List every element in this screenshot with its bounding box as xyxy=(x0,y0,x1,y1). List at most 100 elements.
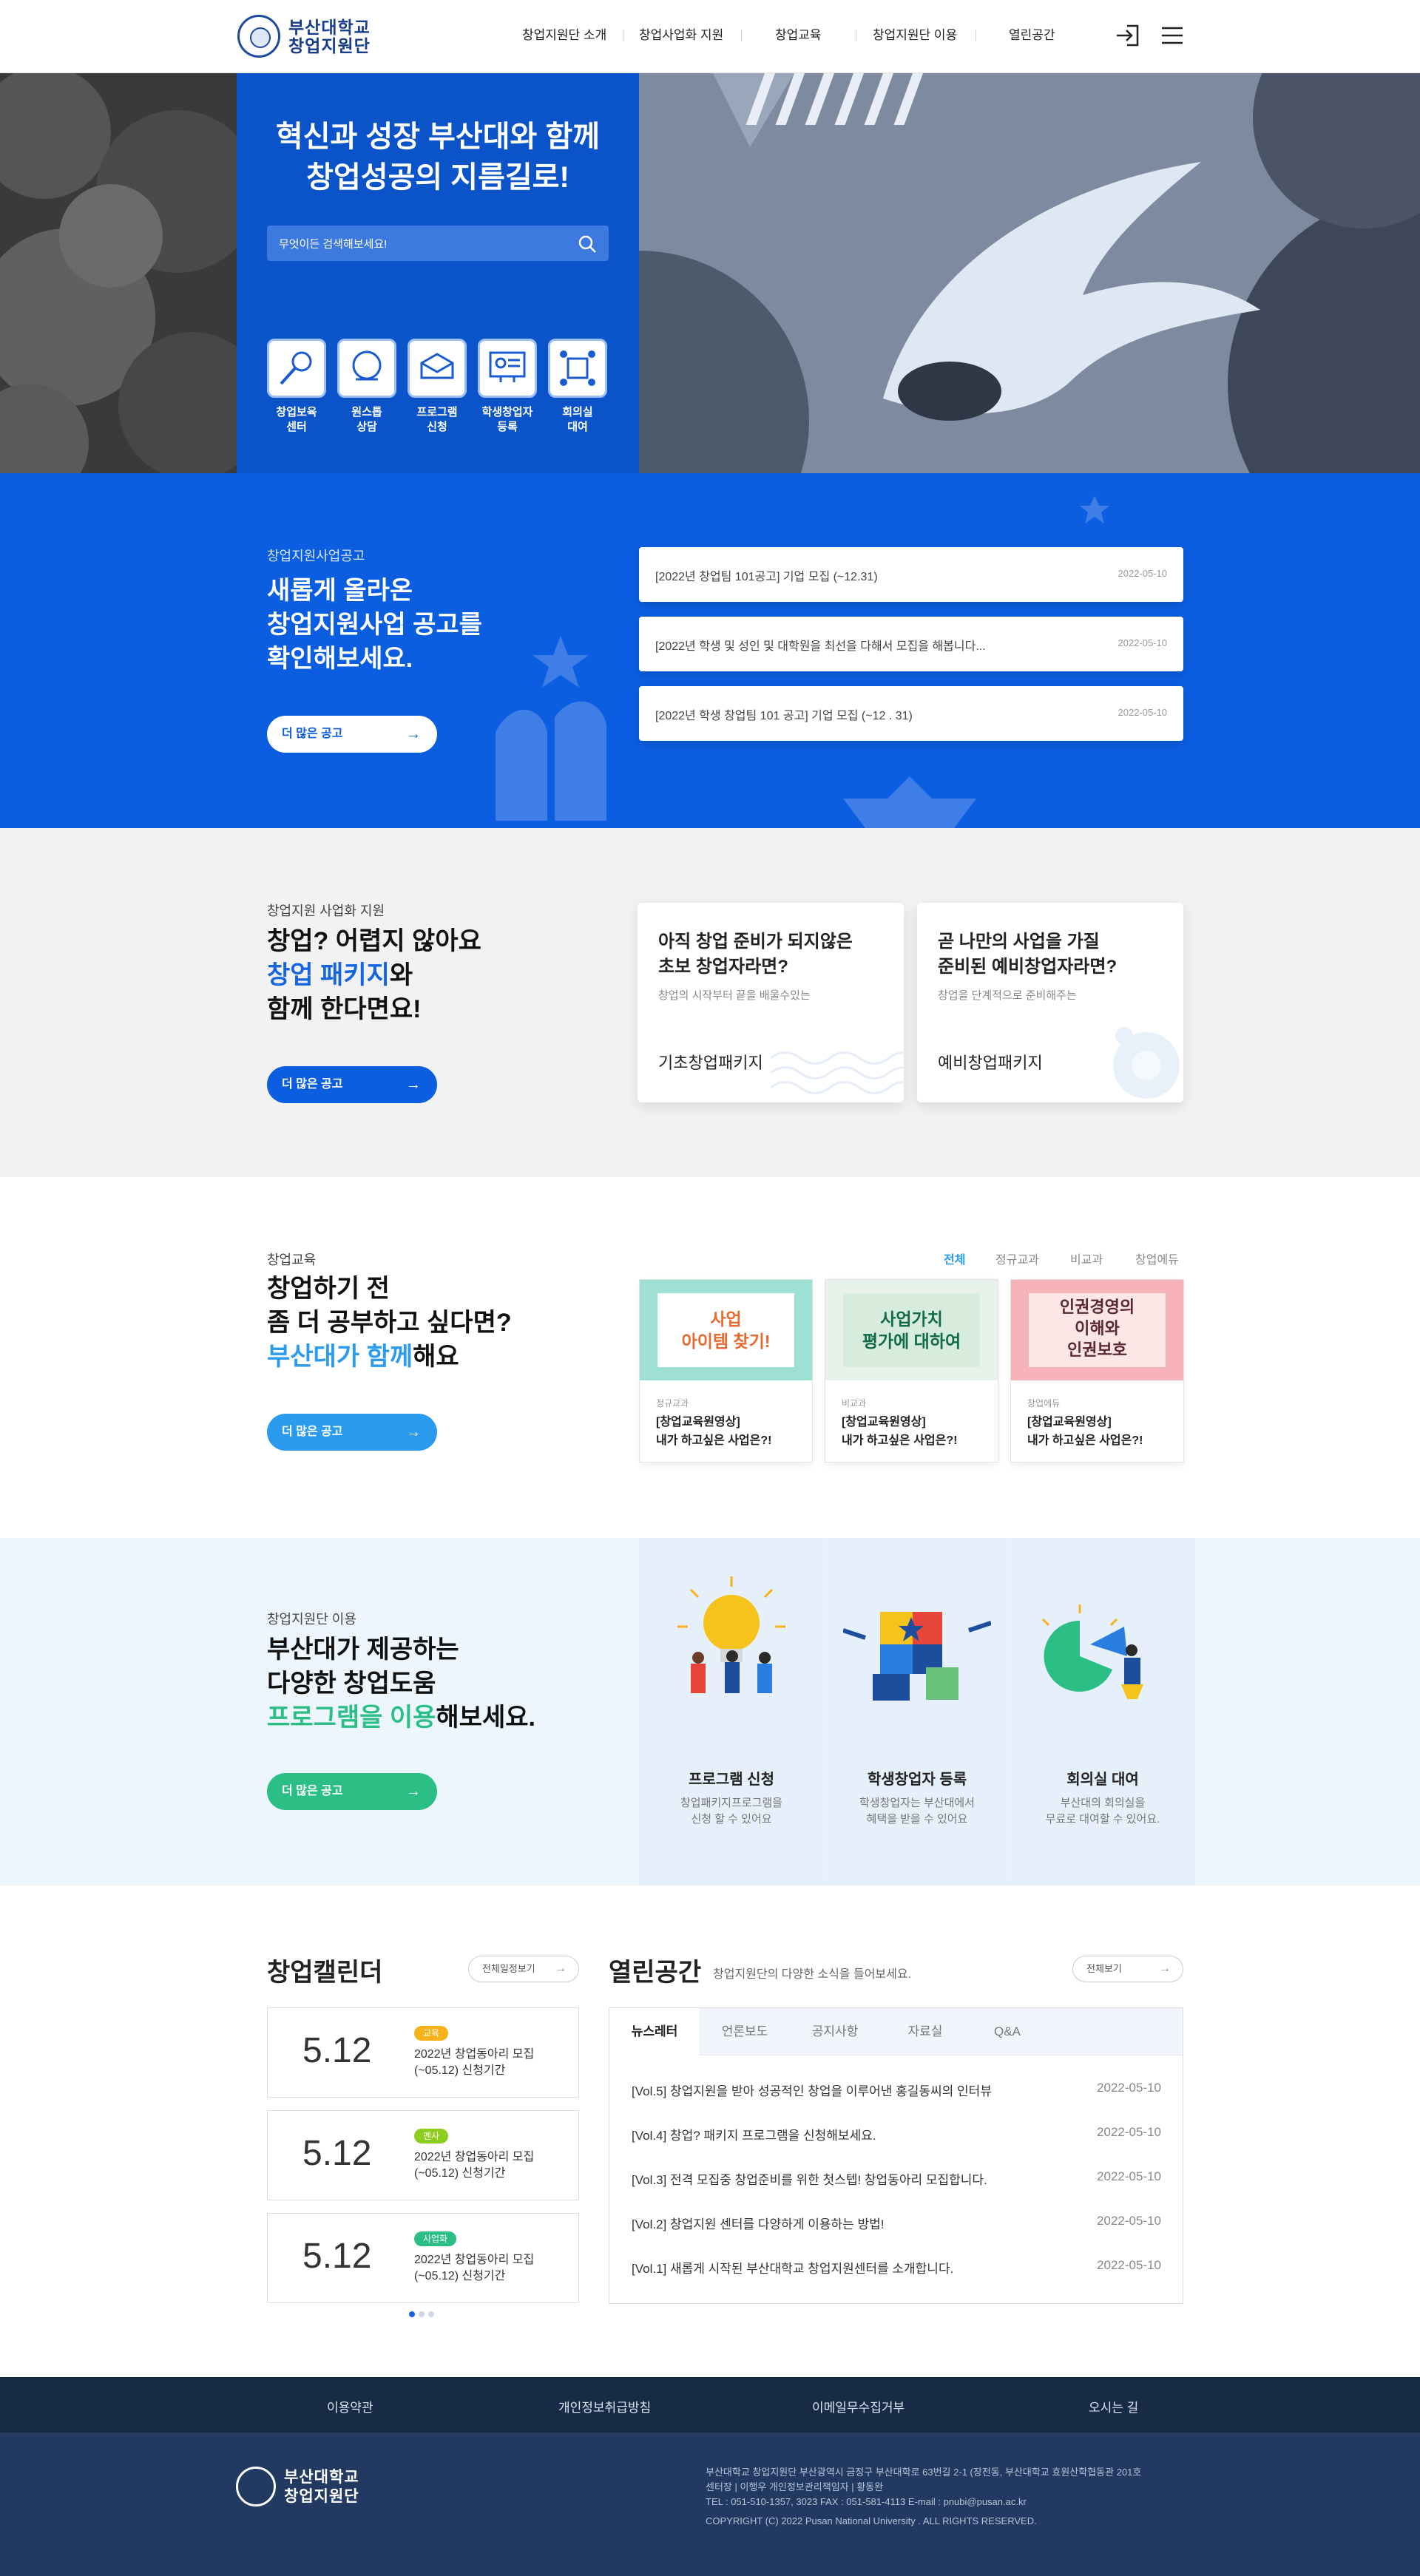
pagination-dot[interactable] xyxy=(428,2311,434,2317)
tab-archive[interactable]: 자료실 xyxy=(880,2008,970,2055)
footer-info: 부산대학교 창업지원단 부산광역시 금정구 부산대학로 63번길 2-1 (장전… xyxy=(706,2465,1141,2509)
education-card-thumbnail: 사업가치 평가에 대하여 xyxy=(825,1280,998,1380)
calendar-badge: 교육 xyxy=(414,2026,449,2041)
calendar-badge: 멘사 xyxy=(414,2129,449,2143)
notice-title-line: 확인해보세요. xyxy=(267,645,413,673)
usage-card[interactable] xyxy=(1010,1538,1195,1885)
education-card[interactable]: 사업가치 평가에 대하여 비교과 [창업교육원영상] 내가 하고싶은 사업은?! xyxy=(825,1279,998,1462)
quick-consult-button[interactable] xyxy=(337,339,396,398)
tab-regular[interactable]: 정규교과 xyxy=(995,1250,1039,1267)
nav-usage[interactable]: 창업지원단 이용 xyxy=(873,26,957,45)
calendar-item[interactable]: 5.12 사업화 2022년 창업동아리 모집 (~05.12) 신청기간 xyxy=(267,2213,579,2303)
board-row[interactable]: [Vol.3] 전격 모집중 창업준비를 위한 첫스텝! 창업동아리 모집합니다… xyxy=(632,2169,1161,2192)
quick-label-line: 상담 xyxy=(356,421,377,433)
education-card-title: [창업교육원영상] 내가 하고싶은 사업은?! xyxy=(842,1413,957,1450)
calendar-date: 5.12 xyxy=(302,2031,372,2070)
quick-meeting-room-label: 회의실 대여 xyxy=(537,405,618,435)
calendar-text-line: (~05.12) 신청기간 xyxy=(414,2064,506,2077)
package-card-name: 기초창업패키지 xyxy=(658,1054,763,1072)
notice-item[interactable]: [2022년 학생 창업팀 101 공고] 기업 모집 (~12 . 31) 20… xyxy=(639,686,1183,741)
arrow-right-icon: → xyxy=(406,1783,421,1800)
education-card-title-line: 내가 하고싶은 사업은?! xyxy=(842,1434,958,1447)
tab-press[interactable]: 언론보도 xyxy=(700,2008,790,2055)
package-more-button[interactable]: 더 많은 공고 → xyxy=(267,1066,437,1103)
tab-notices[interactable]: 공지사항 xyxy=(790,2008,880,2055)
education-card-title-line: [창업교육원영상] xyxy=(656,1416,740,1428)
puzzle-illustration xyxy=(843,1612,991,1701)
usage-desc-line: 창업패키지프로그램을 xyxy=(680,1797,782,1809)
education-card[interactable]: 사업 아이템 찾기! 정규교과 [창업교육원영상] 내가 하고싶은 사업은?! xyxy=(639,1279,813,1462)
calendar-date: 5.12 xyxy=(302,2237,372,2276)
quick-incubator-button[interactable] xyxy=(267,339,326,398)
quick-label-line: 등록 xyxy=(497,421,518,433)
board-row[interactable]: [Vol.2] 창업지원 센터를 다양하게 이용하는 방법! 2022-05-10 xyxy=(632,2214,1161,2236)
quick-student-register-button[interactable] xyxy=(478,339,537,398)
nav-open-space[interactable]: 열린공간 xyxy=(1009,26,1055,45)
search-bar[interactable]: 무엇이든 검색해보세요! xyxy=(267,226,609,261)
quick-label-line: 학생창업자 xyxy=(481,406,533,418)
tab-startup-edu[interactable]: 창업에듀 xyxy=(1135,1250,1179,1267)
board-row[interactable]: [Vol.5] 창업지원을 받아 성공적인 창업을 이루어낸 홍길동씨의 인터뷰… xyxy=(632,2081,1161,2103)
usage-more-button[interactable]: 더 많은 공고 → xyxy=(267,1773,437,1810)
eagle-statue-illustration xyxy=(639,73,1420,473)
education-card[interactable]: 인권경영의 이해와 인권보호 창업에듀 [창업교육원영상] 내가 하고싶은 사업은?! xyxy=(1010,1279,1184,1462)
education-title-line: 부산대가 함께해요 xyxy=(267,1340,512,1374)
nav-about[interactable]: 창업지원단 소개 xyxy=(522,26,606,45)
menu-icon[interactable] xyxy=(1161,27,1183,44)
footer-terms-link[interactable]: 이용약관 xyxy=(327,2397,373,2416)
pagination-dot[interactable] xyxy=(419,2311,425,2317)
calendar-date: 5.12 xyxy=(302,2134,372,2173)
quick-label-line: 프로그램 xyxy=(416,406,458,418)
package-small-title: 창업지원 사업화 지원 xyxy=(267,904,385,918)
logo-line1[interactable]: 부산대학교 xyxy=(288,18,371,37)
education-more-button[interactable]: 더 많은 공고 → xyxy=(267,1414,437,1451)
calendar-item[interactable]: 5.12 교육 2022년 창업동아리 모집 (~05.12) 신청기간 xyxy=(267,2007,579,2098)
calendar-text-line: (~05.12) 신청기간 xyxy=(414,2270,506,2282)
arrow-right-icon: → xyxy=(555,1962,567,1975)
tab-qna[interactable]: Q&A xyxy=(970,2008,1044,2055)
nav-education[interactable]: 창업교육 xyxy=(775,26,822,45)
hero-forest-image xyxy=(0,73,237,473)
nav-commercialization[interactable]: 창업사업화 지원 xyxy=(639,26,723,45)
board-row-date: 2022-05-10 xyxy=(1097,2169,1161,2183)
footer-email-policy-link[interactable]: 이메일무수집거부 xyxy=(812,2397,905,2416)
university-seal-logo[interactable] xyxy=(237,15,280,58)
incubator-icon xyxy=(280,351,312,385)
board-row-title: [Vol.2] 창업지원 센터를 다양하게 이용하는 방법! xyxy=(632,2217,885,2231)
search-input[interactable]: 무엇이든 검색해보세요! xyxy=(279,236,387,251)
search-icon[interactable] xyxy=(578,234,597,254)
footer-info-line: 센터장 | 이행우 개인정보관리책임자 | 황동완 xyxy=(706,2481,884,2492)
package-card[interactable]: 아직 창업 준비가 되지않은 초보 창업자라면? 창업의 시작부터 끝을 배울수있… xyxy=(638,903,904,1102)
board-view-all-button[interactable]: 전체보기 → xyxy=(1072,1956,1183,1982)
package-card-desc: 창업을 단계적으로 준비해주는 xyxy=(938,989,1077,1002)
notice-more-button[interactable]: 더 많은 공고 → xyxy=(267,716,437,753)
quick-meeting-room-button[interactable] xyxy=(548,339,607,398)
pagination-dot-active[interactable] xyxy=(409,2311,415,2317)
wave-decoration xyxy=(771,1051,904,1094)
logo-line2[interactable]: 창업지원단 xyxy=(288,36,371,55)
footer-directions-link[interactable]: 오시는 길 xyxy=(1089,2397,1138,2416)
notice-item[interactable]: [2022년 창업팀 101공고] 기업 모집 (~12.31) 2022-05-… xyxy=(639,547,1183,602)
package-card[interactable]: 곧 나만의 사업을 가질 준비된 예비창업자라면? 창업을 단계적으로 준비해주는… xyxy=(917,903,1183,1102)
board-row[interactable]: [Vol.4] 창업? 패키지 프로그램을 신청해보세요. 2022-05-10 xyxy=(632,2125,1161,2147)
board-row-date: 2022-05-10 xyxy=(1097,2258,1161,2272)
paper-boat-decoration xyxy=(843,776,976,828)
quick-program-button[interactable] xyxy=(408,339,467,398)
notice-item[interactable]: [2022년 학생 및 성인 및 대학원을 최선을 다해서 모집을 해봅니다..… xyxy=(639,617,1183,671)
usage-card[interactable] xyxy=(825,1538,1010,1885)
education-title-highlight: 부산대가 함께 xyxy=(267,1343,413,1371)
tab-newsletter[interactable]: 뉴스레터 xyxy=(609,2008,700,2055)
thumbnail-caption-line: 사업가치 xyxy=(880,1309,943,1329)
calendar-item[interactable]: 5.12 멘사 2022년 창업동아리 모집 (~05.12) 신청기간 xyxy=(267,2110,579,2200)
notice-item-date: 2022-05-10 xyxy=(1118,637,1168,648)
education-card-title-line: [창업교육원영상] xyxy=(1027,1416,1112,1428)
calendar-view-all-button[interactable]: 전체일정보기 → xyxy=(468,1956,579,1982)
tab-all[interactable]: 전체 xyxy=(944,1250,965,1267)
thumbnail-caption-line: 아이템 찾기! xyxy=(681,1332,771,1351)
footer-privacy-link[interactable]: 개인정보취급방침 xyxy=(558,2397,651,2416)
usage-desc-line: 부산대의 회의실을 xyxy=(1060,1797,1146,1809)
arrow-right-icon: → xyxy=(406,1424,421,1440)
board-row[interactable]: [Vol.1] 새롭게 시작된 부산대학교 창업지원센터를 소개합니다. 2022… xyxy=(632,2258,1161,2280)
login-icon[interactable] xyxy=(1115,24,1140,47)
tab-extracurricular[interactable]: 비교과 xyxy=(1070,1250,1103,1267)
